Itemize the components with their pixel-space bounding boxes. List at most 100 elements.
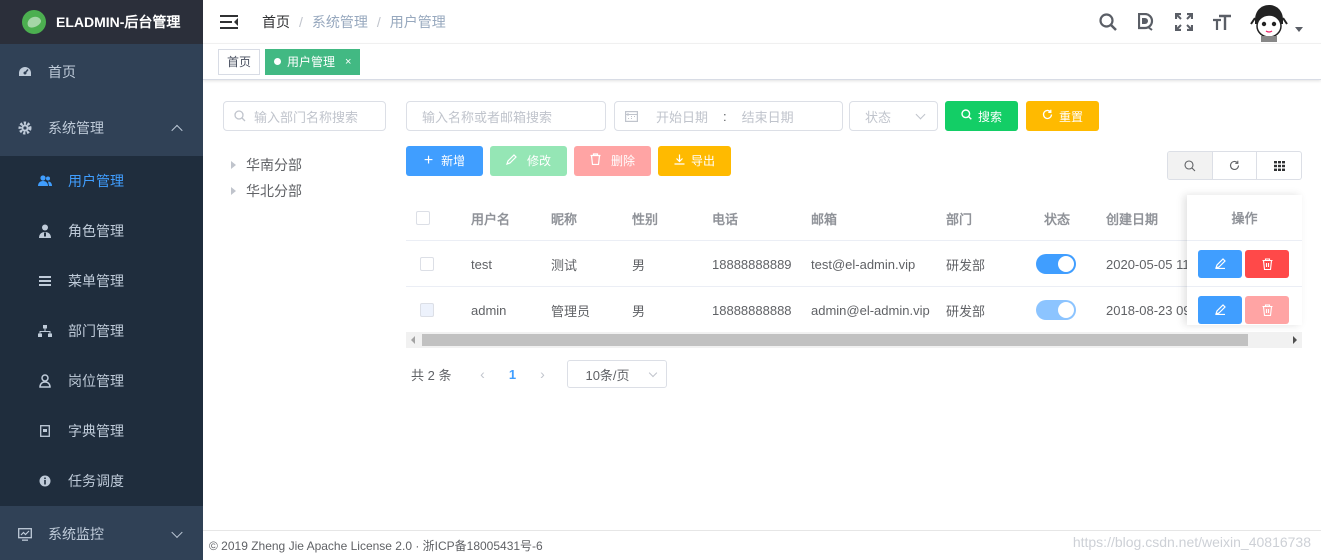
cell-nickname: 测试 [551, 257, 578, 273]
tags-view: 首页 用户管理 × [203, 44, 1321, 80]
column-header[interactable]: 状态 [1044, 195, 1070, 241]
sidebar-item-tasks[interactable]: 任务调度 [0, 456, 203, 506]
dashboard-icon [18, 65, 32, 79]
sidebar-item-posts[interactable]: 岗位管理 [0, 356, 203, 406]
monitor-icon [18, 527, 32, 541]
pagination: 共 2 条 ‹ 1 › 10条/页 [411, 360, 668, 388]
logo[interactable]: ELADMIN-后台管理 [0, 0, 203, 44]
end-date-placeholder[interactable]: 结束日期 [742, 107, 794, 126]
select-all-checkbox[interactable] [416, 211, 430, 225]
row-checkbox[interactable] [420, 257, 434, 271]
columns-button[interactable] [1257, 152, 1301, 179]
font-size-icon[interactable] [1211, 11, 1233, 33]
add-button[interactable]: + 新增 [406, 145, 483, 176]
close-icon[interactable]: × [345, 56, 351, 68]
column-header[interactable]: 用户名 [471, 195, 510, 241]
column-header[interactable]: 创建日期 [1106, 195, 1158, 241]
reset-button-label: 重置 [1058, 109, 1083, 124]
scroll-right-icon[interactable] [1293, 336, 1297, 344]
download-icon [674, 154, 685, 168]
sidebar-item-users[interactable]: 用户管理 [0, 156, 203, 206]
export-button[interactable]: 导出 [658, 145, 731, 176]
tag-users[interactable]: 用户管理 × [265, 48, 361, 75]
scrollbar-thumb[interactable] [422, 334, 1248, 346]
status-select[interactable]: 状态 [849, 101, 938, 131]
column-header[interactable]: 昵称 [551, 195, 577, 241]
system-submenu: 用户管理 角色管理 菜单管理 部门管理 岗位管理 字典管理 任务调度 [0, 156, 203, 506]
sidebar: ELADMIN-后台管理 首页 系统管理 用户管理 角色管理 菜单管理 部门管理… [0, 0, 203, 560]
delete-button[interactable]: 删除 [574, 145, 651, 176]
cell-phone: 18888888889 [712, 256, 792, 272]
doc-icon[interactable] [1135, 11, 1157, 33]
sidebar-item-label: 系统监控 [48, 526, 104, 542]
expand-icon[interactable] [231, 187, 236, 195]
column-header[interactable]: 电话 [712, 195, 738, 241]
next-page-icon[interactable]: › [527, 366, 557, 382]
fullscreen-icon[interactable] [1173, 11, 1195, 33]
refresh-button[interactable] [1213, 152, 1258, 179]
breadcrumb-system[interactable]: 系统管理 [312, 12, 368, 32]
sidebar-item-label: 首页 [48, 64, 76, 80]
add-button-label: 新增 [441, 154, 466, 168]
cell-phone: 18888888888 [712, 302, 792, 318]
table-row[interactable]: test 测试 男 18888888889 test@el-admin.vip … [406, 241, 1302, 287]
column-header: 操作 [1187, 195, 1302, 241]
avatar[interactable] [1249, 2, 1289, 42]
sidebar-item-label: 菜单管理 [68, 273, 124, 289]
prev-page-icon[interactable]: ‹ [467, 366, 497, 382]
cell-gender: 男 [632, 303, 646, 319]
tag-home[interactable]: 首页 [218, 48, 261, 75]
tree-node[interactable]: 华南分部 [231, 152, 302, 178]
column-header[interactable]: 部门 [946, 195, 972, 241]
pencil-icon [506, 153, 517, 168]
edit-button[interactable]: 修改 [490, 145, 567, 176]
navbar-right [1097, 0, 1303, 44]
table-tools [1167, 151, 1302, 180]
operations-row [1187, 241, 1302, 287]
page-number[interactable]: 1 [497, 367, 527, 382]
status-switch[interactable] [1036, 254, 1076, 274]
search-icon[interactable] [1097, 11, 1119, 33]
search-button[interactable]: 搜索 [945, 101, 1018, 131]
sidebar-item-label: 角色管理 [68, 223, 124, 239]
row-delete-button[interactable] [1245, 249, 1289, 278]
breadcrumb-home[interactable]: 首页 [262, 12, 290, 32]
expand-icon[interactable] [231, 161, 236, 169]
sidebar-item-menus[interactable]: 菜单管理 [0, 256, 203, 306]
sidebar-item-system[interactable]: 系统管理 [0, 100, 203, 156]
search-icon [1184, 159, 1196, 171]
pencil-icon [1214, 258, 1226, 269]
scroll-left-icon[interactable] [411, 336, 415, 344]
pagination-total: 共 2 条 [411, 367, 452, 383]
page-size-select[interactable]: 10条/页 [567, 360, 668, 388]
status-switch [1036, 300, 1076, 320]
row-edit-button[interactable] [1198, 295, 1242, 324]
toggle-search-button[interactable] [1168, 152, 1213, 179]
hamburger-icon[interactable] [220, 14, 238, 29]
dept-search-input[interactable]: 输入部门名称搜索 [223, 101, 386, 131]
date-range-picker[interactable]: 开始日期 : 结束日期 [614, 101, 843, 131]
tree-node[interactable]: 华北分部 [231, 178, 302, 204]
sidebar-item-monitor[interactable]: 系统监控 [0, 506, 203, 560]
column-header[interactable]: 邮箱 [811, 195, 837, 241]
sidebar-item-label: 岗位管理 [68, 373, 124, 389]
sidebar-item-roles[interactable]: 角色管理 [0, 206, 203, 256]
users-icon [38, 174, 52, 188]
user-table: 用户名 昵称 性别 电话 邮箱 部门 状态 创建日期 test 测试 男 188… [406, 195, 1302, 350]
row-edit-button[interactable] [1198, 249, 1242, 278]
sidebar-item-depts[interactable]: 部门管理 [0, 306, 203, 356]
cell-nickname: 管理员 [551, 303, 591, 319]
dict-icon [38, 424, 52, 438]
caret-down-icon[interactable] [1295, 26, 1303, 32]
reset-button[interactable]: 重置 [1026, 101, 1099, 131]
table-row[interactable]: admin 管理员 男 18888888888 admin@el-admin.v… [406, 287, 1302, 333]
row-checkbox [420, 303, 434, 317]
sidebar-item-dicts[interactable]: 字典管理 [0, 406, 203, 456]
sidebar-item-home[interactable]: 首页 [0, 44, 203, 100]
start-date-placeholder[interactable]: 开始日期 [656, 107, 708, 126]
footer-text: © 2019 Zheng Jie Apache License 2.0 · 浙I… [209, 539, 543, 553]
keyword-search-input[interactable]: 输入名称或者邮箱搜索 [406, 101, 606, 131]
horizontal-scrollbar[interactable] [406, 332, 1302, 348]
column-header[interactable]: 性别 [632, 195, 658, 241]
page-size-value: 10条/页 [585, 367, 630, 383]
